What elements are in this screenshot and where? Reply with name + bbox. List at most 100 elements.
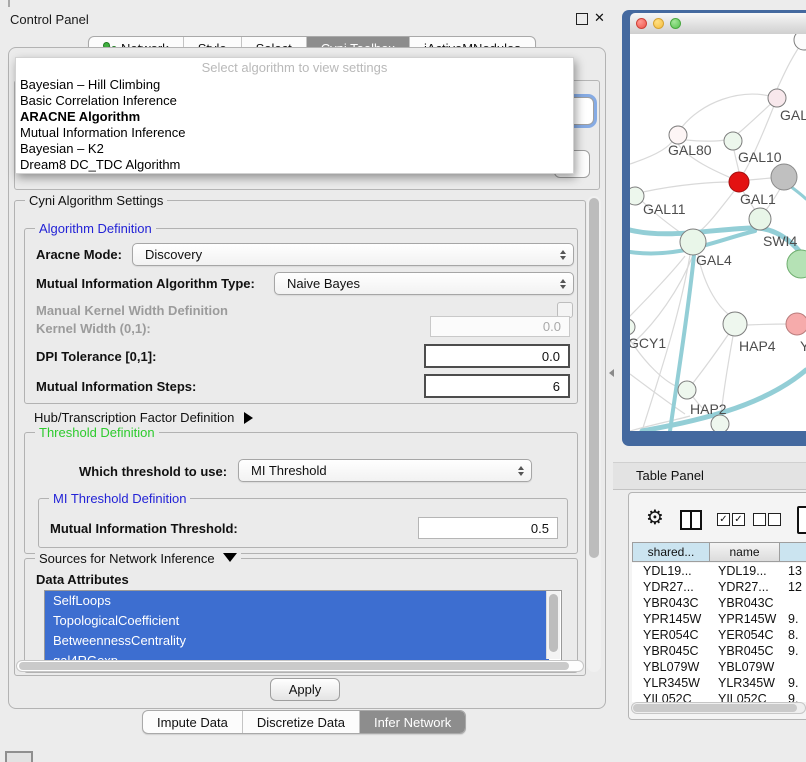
network-window-titlebar[interactable]	[630, 13, 806, 35]
node-green[interactable]	[787, 250, 806, 278]
apply-button[interactable]: Apply	[270, 678, 340, 701]
node-label: GAL1	[740, 191, 776, 207]
bottom-tabbar: Impute Data Discretize Data Infer Networ…	[142, 710, 466, 734]
dropdown-item[interactable]: Basic Correlation Inference	[16, 93, 573, 109]
node-gal1-selected[interactable]	[729, 172, 749, 192]
list-item[interactable]: BetweennessCentrality	[45, 631, 549, 651]
which-threshold-value: MI Threshold	[251, 463, 327, 478]
cell: YDL19...	[710, 563, 780, 579]
data-attributes-list[interactable]: SelfLoops TopologicalCoefficient Between…	[44, 590, 562, 662]
dropdown-item[interactable]: Dream8 DC_TDC Algorithm	[16, 157, 573, 173]
list-item[interactable]: TopologicalCoefficient	[45, 611, 549, 631]
node-gal11[interactable]	[630, 187, 644, 205]
dropdown-item[interactable]: Bayesian – K2	[16, 141, 573, 157]
tab-infer-network[interactable]: Infer Network	[360, 711, 465, 733]
cell: YDR27...	[632, 579, 710, 595]
float-panel-icon[interactable]	[576, 13, 588, 25]
table-panel-title: Table Panel	[636, 468, 704, 483]
which-threshold-combobox[interactable]: MI Threshold	[238, 459, 532, 482]
document-icon[interactable]	[797, 506, 806, 534]
table-header-shared[interactable]: shared...	[632, 542, 710, 562]
minimize-window-icon[interactable]	[653, 18, 664, 29]
table-header-name[interactable]: name	[710, 542, 780, 562]
table-row[interactable]: YPR145WYPR145W9.	[632, 611, 806, 627]
cyni-algorithm-settings-title: Cyni Algorithm Settings	[25, 193, 167, 208]
node-hap2[interactable]	[678, 381, 696, 399]
settings-scrollbar-thumb[interactable]	[589, 198, 599, 558]
data-attributes-label: Data Attributes	[36, 572, 129, 587]
node[interactable]	[794, 34, 806, 50]
dropdown-item[interactable]: Bayesian – Hill Climbing	[16, 77, 573, 93]
table-row[interactable]: YIL052CYIL052C9.	[632, 691, 806, 702]
table-header-row: shared... name	[632, 542, 806, 562]
node-gray[interactable]	[771, 164, 797, 190]
network-graph: GAL GAL80 GAL10 GAL1 GAL11 SWI4 GAL4 GCY…	[630, 34, 806, 431]
unchecked-checkbox-icon[interactable]	[768, 513, 781, 526]
unchecked-checkbox-icon[interactable]	[753, 513, 766, 526]
node-gal10[interactable]	[724, 132, 742, 150]
zoom-window-icon[interactable]	[670, 18, 681, 29]
table-row[interactable]: YDR27...YDR27...12	[632, 579, 806, 595]
dropdown-item-selected[interactable]: ARACNE Algorithm	[16, 109, 573, 125]
node-swi4[interactable]	[749, 208, 771, 230]
table-row[interactable]: YBL079WYBL079W	[632, 659, 806, 675]
manual-kernel-label: Manual Kernel Width Definition	[36, 303, 228, 318]
node-gcy1[interactable]	[630, 319, 635, 335]
split-columns-icon[interactable]	[680, 510, 702, 530]
list-scrollbar-thumb[interactable]	[549, 594, 558, 652]
node-label: GAL4	[696, 252, 732, 268]
table-header-name-label: name	[729, 545, 759, 559]
mi-threshold-field[interactable]: 0.5	[418, 517, 558, 539]
cell	[780, 659, 806, 675]
list-vertical-scrollbar[interactable]	[546, 591, 560, 659]
table-row[interactable]: YDL19...YDL19...13	[632, 563, 806, 579]
dpi-tolerance-field[interactable]: 0.0	[424, 344, 570, 368]
dropdown-item[interactable]: Mutual Information Inference	[16, 125, 573, 141]
combo-stepper-icon	[560, 250, 566, 260]
table-row[interactable]: YLR345WYLR345W9.	[632, 675, 806, 691]
table-row[interactable]: YBR045CYBR045C9.	[632, 643, 806, 659]
minimized-panel-icon[interactable]	[5, 751, 33, 762]
tab-infer-network-label: Infer Network	[374, 715, 451, 730]
combo-stepper-icon	[518, 466, 524, 476]
node-label: Y	[800, 338, 806, 354]
cell: YBR045C	[710, 643, 780, 659]
checked-checkbox-icon[interactable]: ✓	[732, 513, 745, 526]
kernel-width-field[interactable]: 0.0	[430, 316, 570, 337]
mi-type-combobox[interactable]: Naive Bayes	[274, 272, 574, 295]
aracne-mode-combobox[interactable]: Discovery	[132, 243, 574, 266]
panel-collapse-arrow-icon[interactable]	[609, 369, 614, 377]
node-label: GAL10	[738, 149, 782, 165]
table-hscrollbar-thumb[interactable]	[633, 704, 797, 712]
node[interactable]	[711, 415, 729, 431]
gear-icon[interactable]: ⚙	[646, 508, 664, 528]
tab-discretize-data[interactable]: Discretize Data	[243, 711, 360, 733]
node[interactable]	[768, 89, 786, 107]
checked-checkbox-icon[interactable]: ✓	[717, 513, 730, 526]
cell: 13	[780, 563, 806, 579]
settings-horizontal-scrollbar[interactable]	[16, 660, 584, 672]
node-hap4[interactable]	[723, 312, 747, 336]
node-pink[interactable]	[786, 313, 806, 335]
sources-title-row[interactable]: Sources for Network Inference	[35, 551, 241, 566]
table-horizontal-scrollbar[interactable]	[631, 702, 806, 714]
hub-factor-expander[interactable]: Hub/Transcription Factor Definition	[34, 410, 253, 425]
tab-discretize-data-label: Discretize Data	[257, 715, 345, 730]
settings-hscrollbar-thumb[interactable]	[19, 662, 569, 670]
cell: YDR27...	[710, 579, 780, 595]
table-row[interactable]: YBR043CYBR043C	[632, 595, 806, 611]
table-row[interactable]: YER054CYER054C8.	[632, 627, 806, 643]
close-window-icon[interactable]	[636, 18, 647, 29]
window-edge-tick	[8, 0, 10, 7]
close-icon[interactable]: ✕	[594, 10, 605, 26]
cell: 12	[780, 579, 806, 595]
settings-vertical-scrollbar[interactable]	[587, 196, 601, 672]
network-canvas[interactable]: GAL GAL80 GAL10 GAL1 GAL11 SWI4 GAL4 GCY…	[630, 34, 806, 431]
cell: YIL052C	[632, 691, 710, 702]
cell: YLR345W	[632, 675, 710, 691]
tab-impute-data[interactable]: Impute Data	[143, 711, 243, 733]
table-header-col3[interactable]	[780, 542, 806, 562]
mi-steps-field[interactable]: 6	[424, 374, 570, 398]
list-item[interactable]: SelfLoops	[45, 591, 549, 611]
mi-threshold-value: 0.5	[531, 521, 549, 536]
